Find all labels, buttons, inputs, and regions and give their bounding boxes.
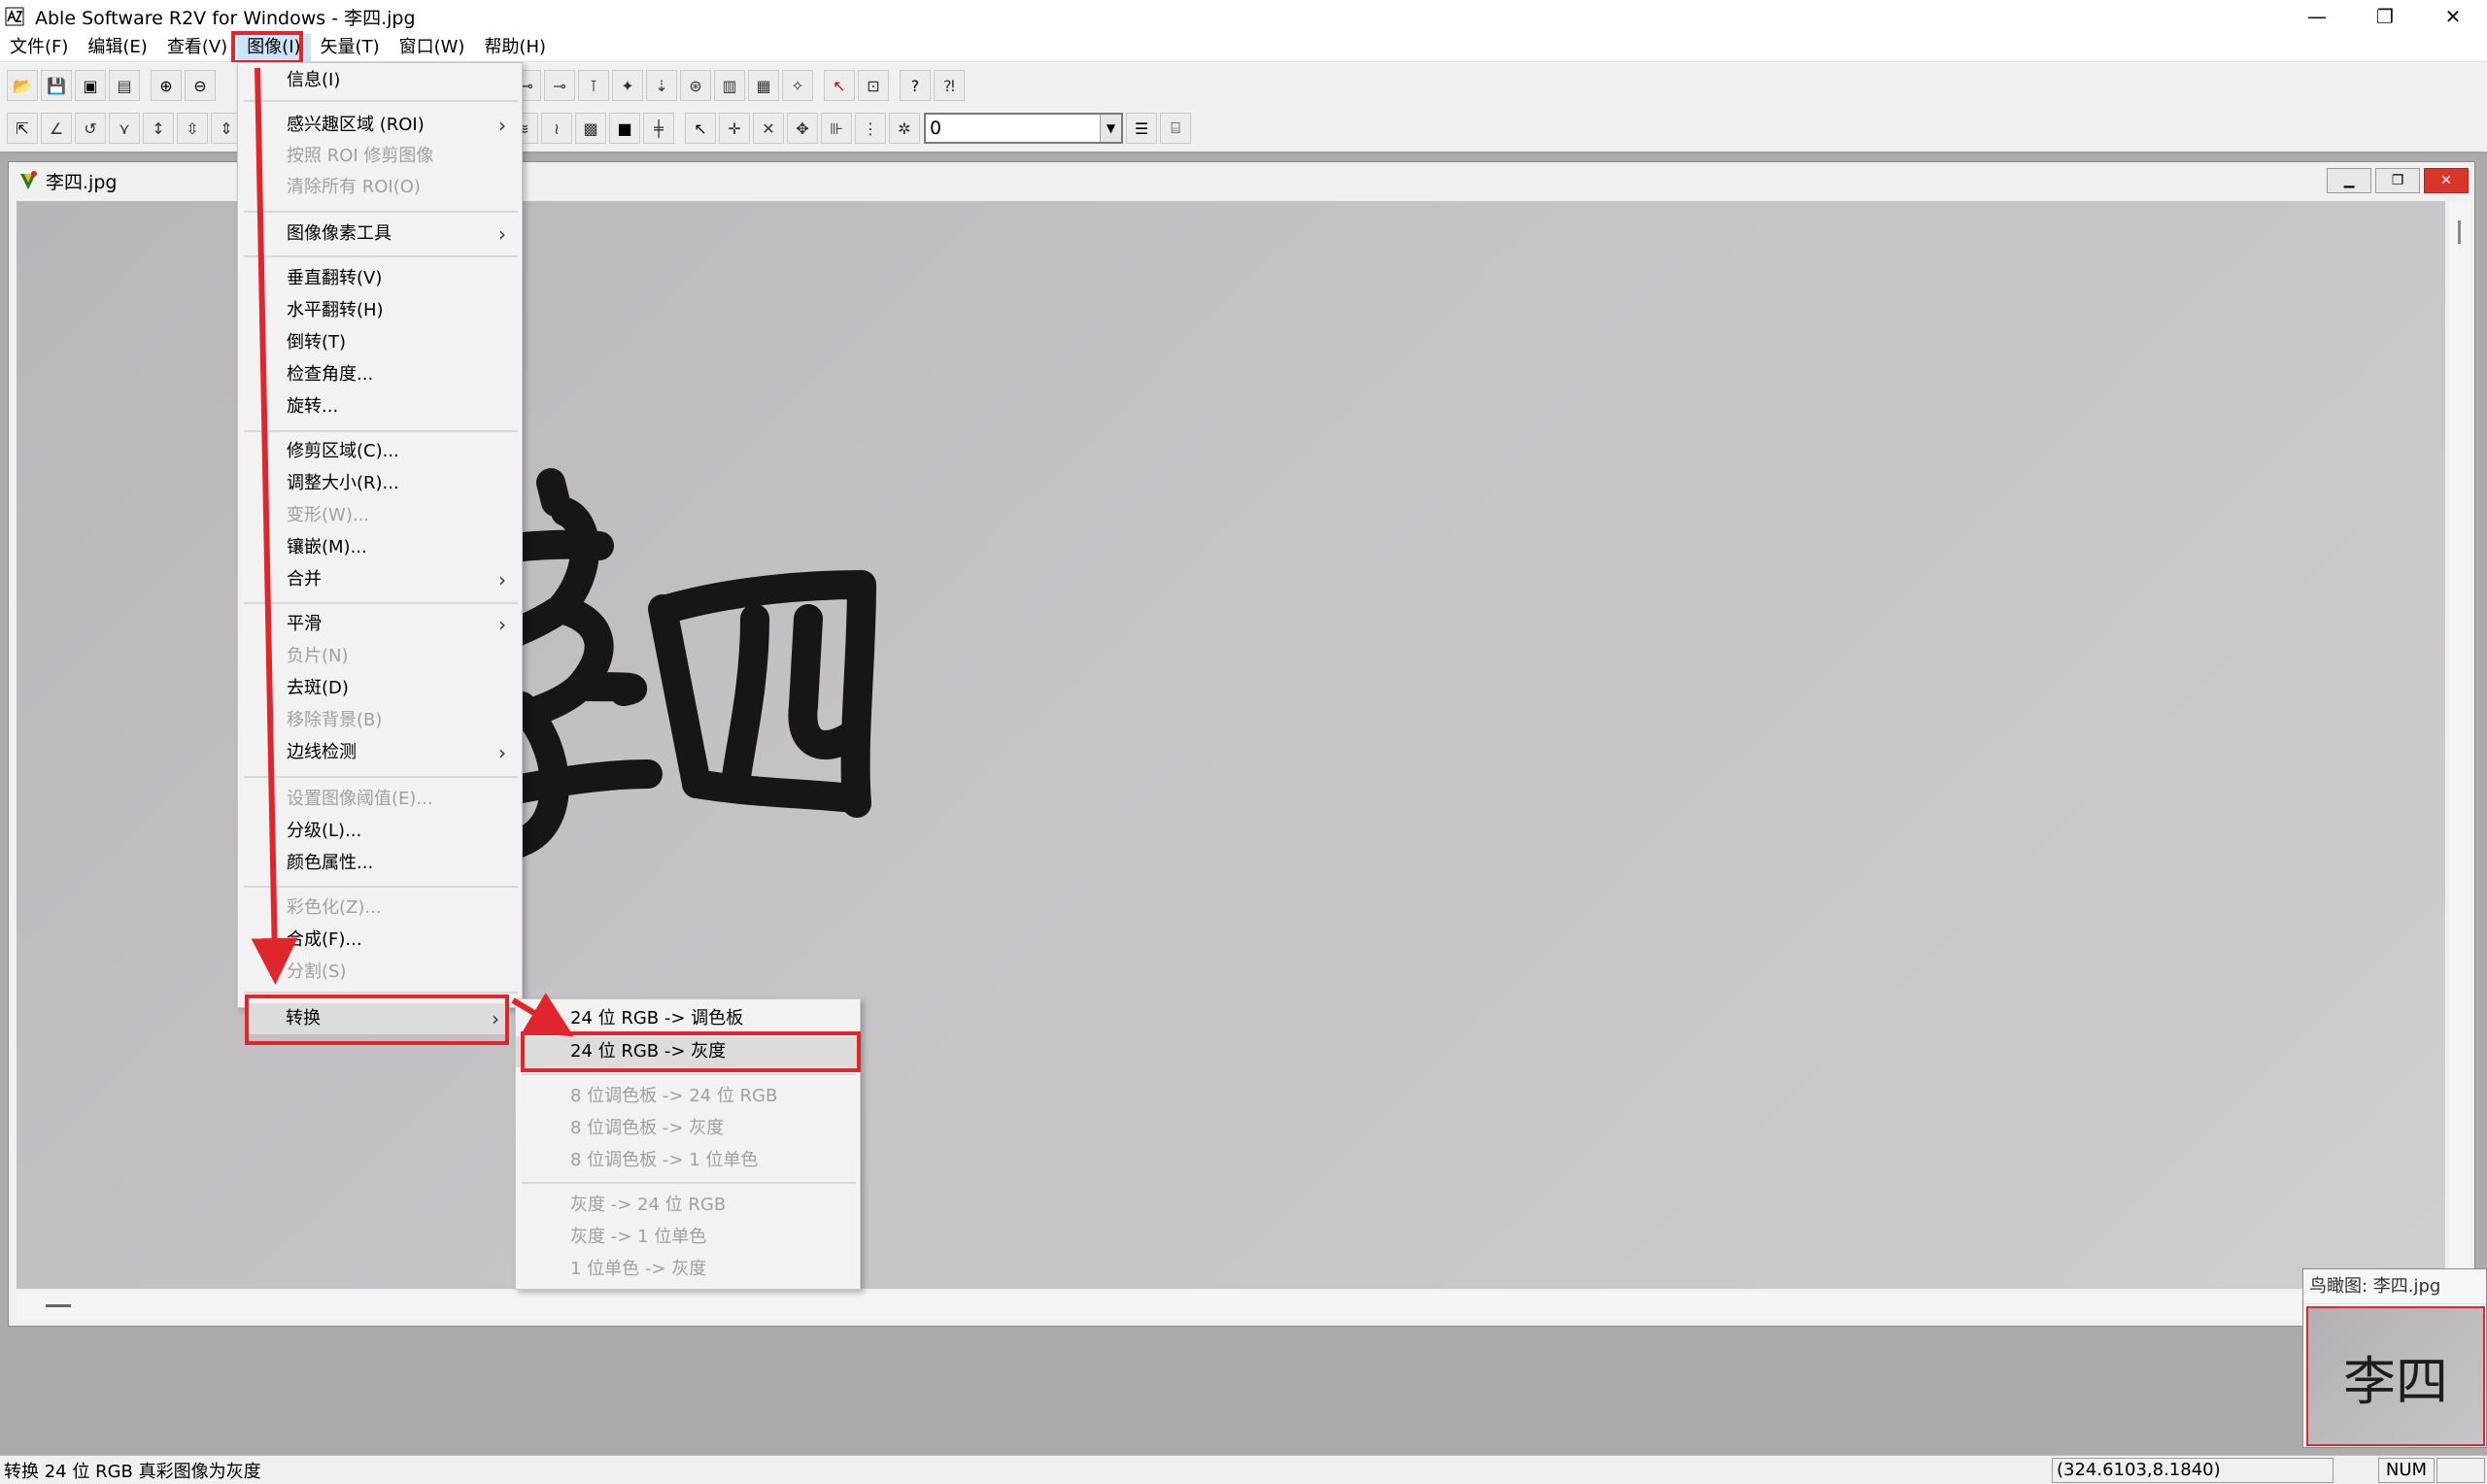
- status-message: 转换 24 位 RGB 真彩图像为灰度: [4, 1462, 261, 1482]
- right-arrow-icon: [511, 993, 574, 1037]
- annotation-arrows: [251, 67, 574, 1037]
- down-arrow-icon: [251, 67, 298, 985]
- cursor-coordinates: (324.6103,8.1840): [2052, 1458, 2334, 1483]
- overview-window[interactable]: 鸟瞰图: 李四.jpg 李四: [2302, 1268, 2487, 1448]
- status-pane: [2436, 1458, 2485, 1483]
- num-lock-indicator: NUM: [2378, 1458, 2435, 1483]
- status-bar: 转换 24 位 RGB 真彩图像为灰度 (324.6103,8.1840) NU…: [0, 1455, 2487, 1484]
- overview-thumbnail[interactable]: 李四: [2306, 1306, 2485, 1446]
- overview-title: 鸟瞰图: 李四.jpg: [2303, 1269, 2486, 1304]
